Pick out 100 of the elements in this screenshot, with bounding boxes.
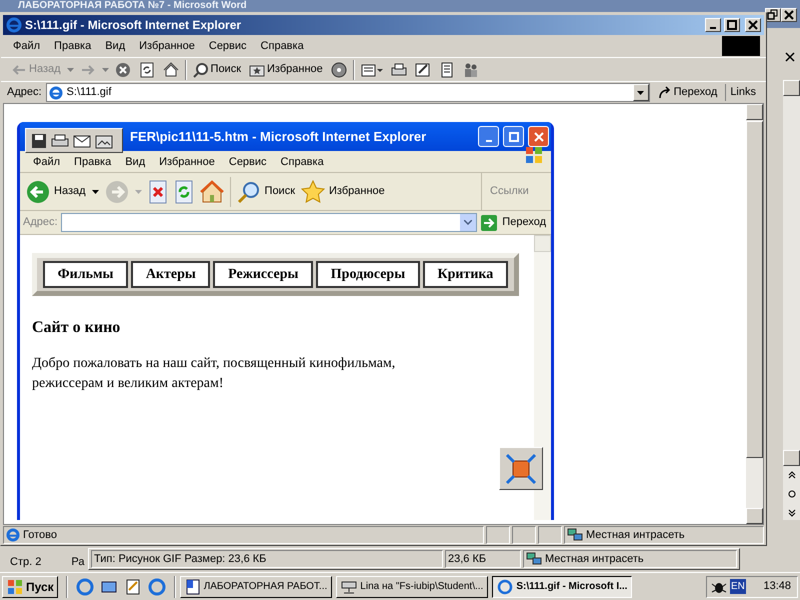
menu-item[interactable]: Сервис bbox=[202, 38, 253, 54]
links-button[interactable]: Links bbox=[725, 84, 760, 101]
menu-item[interactable]: Правка bbox=[48, 38, 98, 54]
scrollbar[interactable] bbox=[783, 80, 800, 520]
scroll-down-button[interactable] bbox=[783, 450, 800, 466]
zone-text: Местная интрасеть bbox=[586, 528, 685, 543]
close-button[interactable] bbox=[781, 8, 797, 22]
menu-item[interactable]: Сервис bbox=[222, 154, 274, 170]
maximize-icon bbox=[725, 18, 739, 32]
status-text: Тип: Рисунок GIF Размер: 23,6 КБ bbox=[91, 550, 443, 568]
scrollbar-thumb[interactable] bbox=[746, 121, 763, 458]
menu-item[interactable]: Справка bbox=[254, 38, 310, 54]
dropdown-caret-icon bbox=[637, 90, 644, 94]
back-button[interactable]: Назад bbox=[26, 180, 86, 204]
favorites-button[interactable]: Избранное bbox=[301, 180, 385, 204]
taskbar-button[interactable]: S:\111.gif - Microsoft I... bbox=[492, 576, 632, 598]
zone-text: Местная интрасеть bbox=[545, 552, 644, 567]
close-button[interactable] bbox=[745, 18, 761, 32]
address-label: Адрес: bbox=[23, 215, 58, 230]
document-icon bbox=[438, 62, 455, 78]
taskbar-button[interactable]: Lina на "Fs-iubip\Student\... bbox=[336, 576, 488, 598]
refresh-icon bbox=[138, 62, 155, 78]
close-icon bbox=[532, 130, 546, 144]
nav-link[interactable]: Продюсеры bbox=[316, 261, 420, 288]
maximize-icon bbox=[506, 130, 520, 144]
dropdown-button[interactable] bbox=[632, 84, 649, 101]
edit-page-icon bbox=[414, 62, 431, 78]
ie-logo-icon bbox=[6, 528, 20, 542]
nav-link[interactable]: Режиссеры bbox=[213, 261, 314, 288]
minimize-icon bbox=[486, 140, 492, 142]
nav-link[interactable]: Критика bbox=[422, 261, 508, 288]
envelope-icon[interactable] bbox=[73, 132, 91, 148]
go-button[interactable]: Переход bbox=[654, 84, 722, 101]
nav-link[interactable]: Фильмы bbox=[43, 261, 128, 288]
minimize-button[interactable] bbox=[705, 18, 721, 32]
window-title: ЛАБОРАТОРНАЯ РАБОТА №7 - Microsoft Word bbox=[18, 0, 247, 11]
welcome-paragraph: Добро пожаловать на наш сайт, посвященный кинофильмам, режиссерам и великим актерам! bbox=[32, 355, 396, 393]
dropdown-caret-icon bbox=[92, 190, 99, 194]
menu-item[interactable]: Правка bbox=[67, 154, 118, 170]
people-icon bbox=[462, 62, 479, 78]
ie-logo-icon[interactable] bbox=[148, 578, 166, 596]
network-icon bbox=[526, 552, 542, 566]
windows-flag-icon bbox=[523, 144, 545, 164]
search-button[interactable]: Поиск bbox=[190, 58, 244, 80]
go-button[interactable]: Переход bbox=[480, 214, 548, 232]
house-icon bbox=[200, 180, 224, 204]
menu-item[interactable]: Избранное bbox=[152, 154, 222, 170]
menu-item[interactable]: Вид bbox=[99, 38, 132, 54]
ie-logo-icon[interactable] bbox=[76, 578, 94, 596]
ie-logo-icon bbox=[48, 86, 63, 100]
status-text: Ра bbox=[71, 555, 84, 570]
dropdown-caret-icon bbox=[102, 68, 109, 72]
close-icon bbox=[782, 8, 796, 22]
address-field[interactable]: S:\111.gif bbox=[46, 83, 650, 102]
minimize-icon bbox=[710, 27, 716, 29]
chevron-down-icon bbox=[464, 220, 472, 225]
printer-icon bbox=[390, 62, 407, 78]
taskbar-button[interactable]: ЛАБОРАТОРНАЯ РАБОТ... bbox=[180, 576, 332, 598]
favorites-button[interactable]: Избранное bbox=[247, 58, 325, 80]
mail-icon bbox=[360, 62, 383, 78]
menu-item[interactable]: Файл bbox=[7, 38, 46, 54]
stop-button[interactable] bbox=[148, 180, 168, 204]
page-heading: Сайт о кино bbox=[32, 318, 122, 338]
network-drive-icon bbox=[341, 578, 358, 594]
close-icon bbox=[746, 18, 760, 32]
menu-item[interactable]: Избранное bbox=[133, 38, 201, 54]
address-field[interactable] bbox=[60, 213, 478, 232]
star-icon bbox=[301, 180, 326, 204]
stop-page-icon bbox=[148, 180, 168, 204]
start-button[interactable]: Пуск bbox=[2, 576, 58, 598]
nav-link[interactable]: Актеры bbox=[131, 261, 210, 288]
scrollbar[interactable] bbox=[534, 235, 551, 520]
status-text: Стр. 2 bbox=[10, 555, 42, 570]
dropdown-caret-icon bbox=[134, 190, 142, 194]
printer-icon[interactable] bbox=[51, 132, 69, 148]
scrollbar[interactable] bbox=[746, 104, 763, 524]
magnifier-icon bbox=[236, 180, 261, 204]
status-text: Готово bbox=[23, 528, 57, 543]
menu-item[interactable]: Файл bbox=[26, 154, 68, 170]
ie-logo-icon bbox=[497, 578, 514, 594]
maximize-button[interactable] bbox=[724, 18, 740, 32]
menu-item[interactable]: Справка bbox=[274, 154, 331, 170]
refresh-page-icon bbox=[174, 180, 194, 204]
media-disc-icon bbox=[330, 62, 347, 78]
size-text: 23,6 КБ bbox=[445, 550, 521, 568]
window-title: FER\pic11\11-5.htm - Microsoft Internet Explorer bbox=[130, 128, 428, 146]
search-button[interactable]: Поиск bbox=[236, 180, 296, 204]
document-w-icon bbox=[184, 578, 201, 594]
restore-button[interactable] bbox=[765, 8, 781, 22]
scroll-down-button[interactable] bbox=[746, 508, 763, 524]
windows-flag-icon bbox=[6, 578, 24, 594]
address-label: Адрес: bbox=[7, 85, 42, 100]
notepad-icon[interactable] bbox=[124, 578, 142, 596]
language-indicator[interactable]: EN bbox=[730, 579, 746, 594]
curved-arrow-icon bbox=[658, 86, 672, 100]
picture-folder-icon[interactable] bbox=[95, 132, 113, 148]
menu-item[interactable]: Вид bbox=[118, 154, 152, 170]
close-icon[interactable] bbox=[785, 52, 795, 62]
house-icon bbox=[162, 62, 179, 78]
expand-image-button[interactable] bbox=[499, 447, 543, 490]
